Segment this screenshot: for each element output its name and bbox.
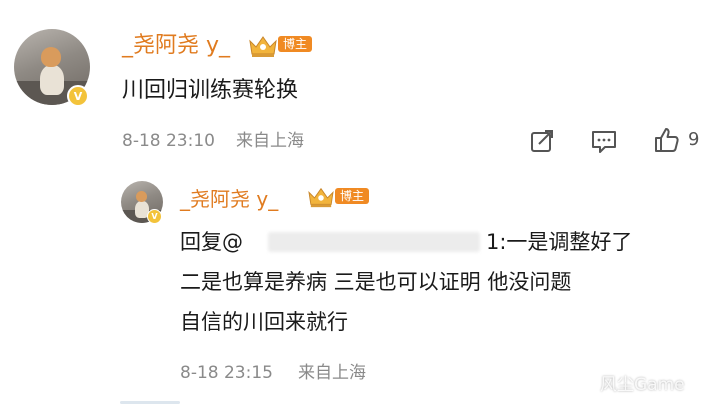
reply-author-tag: 博主 [335,188,370,204]
like-icon[interactable] [652,126,680,154]
reply-prefix: 回复@ [180,230,243,254]
reply-time: 8-18 23:15 [180,363,273,383]
crown-icon [249,36,277,57]
reply-line2: 二是也算是养病 三是也可以证明 他没问题 [180,270,572,294]
comment-text: 川回归训练赛轮换 [122,78,299,103]
reply-crown-icon [308,187,334,208]
reply-line3: 自信的川回来就行 [180,310,348,334]
reply-location: 来自上海 [298,363,366,383]
comment-time: 8-18 23:10 [122,131,215,151]
reply-verified-icon: V [147,209,162,224]
divider [120,401,180,404]
watermark: 风尘Game [600,375,685,395]
author-tag: 博主 [278,36,313,52]
blurred-mention [268,232,480,252]
reply-line1-tail: 1:一是调整好了 [486,230,633,254]
like-count: 9 [688,129,700,150]
share-icon[interactable] [529,128,555,154]
reply-username[interactable]: _尧阿尧 y_ [180,186,278,212]
comment-username[interactable]: _尧阿尧 y_ [122,32,230,60]
verified-icon: V [67,85,89,107]
comment-location: 来自上海 [236,131,304,151]
comment-icon[interactable] [590,128,618,154]
